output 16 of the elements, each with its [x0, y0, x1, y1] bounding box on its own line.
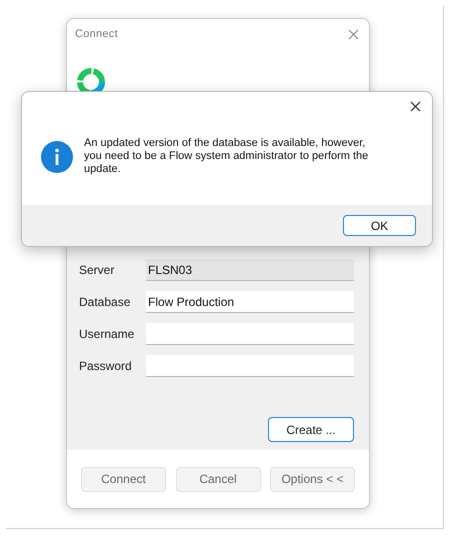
footer-button[interactable]: Options < <: [270, 466, 355, 492]
message-text: An updated version of the database is available, however, you need to be a Flow system administrator to perform the update.: [84, 137, 370, 176]
field-label: Database: [79, 294, 132, 311]
field-label: Password: [79, 358, 133, 375]
field-label: Username: [79, 326, 136, 343]
create-button[interactable]: Create ...: [268, 417, 354, 442]
input-field[interactable]: [146, 323, 354, 345]
field-label: Server: [79, 262, 116, 279]
window-title: Connect: [75, 26, 118, 42]
ok-button[interactable]: OK: [343, 215, 416, 236]
input-field[interactable]: Flow Production: [146, 291, 354, 313]
footer-button[interactable]: Connect: [81, 466, 166, 492]
close-icon[interactable]: [410, 101, 421, 112]
info-icon: [41, 141, 73, 173]
input-field[interactable]: [146, 355, 354, 377]
footer-button[interactable]: Cancel: [176, 466, 260, 492]
